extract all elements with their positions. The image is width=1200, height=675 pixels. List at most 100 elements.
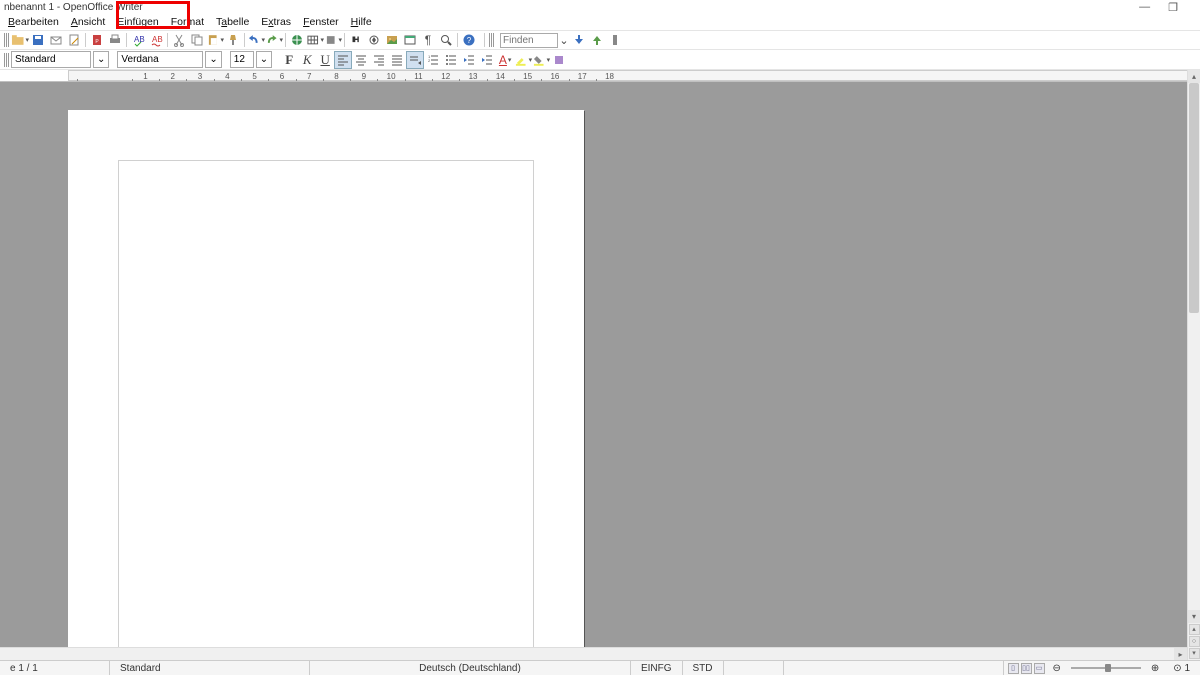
status-style[interactable]: Standard bbox=[110, 661, 310, 675]
menu-einfuegen[interactable]: Einfügen bbox=[111, 15, 164, 29]
maximize-button[interactable]: ❐ bbox=[1168, 1, 1178, 14]
status-modified bbox=[724, 661, 784, 675]
horizontal-ruler[interactable]: 123456789101112131415161718 bbox=[0, 70, 1200, 82]
bullet-list-button[interactable] bbox=[442, 51, 460, 69]
auto-spellcheck-button[interactable]: ABC bbox=[147, 31, 165, 49]
highlight-button[interactable] bbox=[514, 51, 532, 69]
increase-indent-button[interactable] bbox=[478, 51, 496, 69]
ltr-button[interactable] bbox=[406, 51, 424, 69]
redo-button[interactable] bbox=[265, 31, 283, 49]
search-options-button[interactable] bbox=[606, 31, 624, 49]
edit-doc-button[interactable] bbox=[65, 31, 83, 49]
data-sources-button[interactable] bbox=[401, 31, 419, 49]
numbered-list-button[interactable]: 12 bbox=[424, 51, 442, 69]
copy-button[interactable] bbox=[188, 31, 206, 49]
menu-tabelle[interactable]: Tabelle bbox=[210, 15, 255, 29]
export-pdf-button[interactable]: P bbox=[88, 31, 106, 49]
nonprinting-chars-button[interactable]: ¶ bbox=[419, 31, 437, 49]
bg-color-button[interactable] bbox=[532, 51, 550, 69]
view-multi-page-icon[interactable]: ▯▯ bbox=[1021, 663, 1032, 674]
document-workspace bbox=[0, 82, 1187, 660]
prev-page-button[interactable]: ▴ bbox=[1189, 624, 1200, 635]
zoom-in-button[interactable]: ⊕ bbox=[1147, 663, 1163, 674]
zoom-out-button[interactable]: ⊖ bbox=[1049, 661, 1065, 675]
format-paintbrush-button[interactable] bbox=[224, 31, 242, 49]
print-button[interactable] bbox=[106, 31, 124, 49]
scroll-thumb[interactable] bbox=[1189, 83, 1199, 313]
menu-fenster[interactable]: Fenster bbox=[297, 15, 345, 29]
vertical-scrollbar[interactable]: ▴ ▾ ▴ ○ ▾ bbox=[1187, 70, 1200, 660]
minimize-button[interactable]: — bbox=[1139, 1, 1150, 13]
save-button[interactable] bbox=[29, 31, 47, 49]
align-left-button[interactable] bbox=[334, 51, 352, 69]
ruler-mark: 12 bbox=[441, 72, 450, 81]
status-insert-mode[interactable]: EINFG bbox=[631, 661, 683, 675]
help-button[interactable]: ? bbox=[460, 31, 478, 49]
search-input[interactable] bbox=[500, 33, 558, 48]
open-button[interactable] bbox=[11, 31, 29, 49]
next-page-button[interactable]: ▾ bbox=[1189, 648, 1200, 659]
zoom-button[interactable] bbox=[437, 31, 455, 49]
status-language[interactable]: Deutsch (Deutschland) bbox=[310, 661, 631, 675]
svg-text:?: ? bbox=[467, 36, 472, 45]
undo-button[interactable] bbox=[247, 31, 265, 49]
view-layout-buttons: ▯ ▯▯ ▭ bbox=[1004, 663, 1049, 674]
horizontal-scrollbar[interactable]: ▸ bbox=[0, 647, 1187, 660]
view-single-page-icon[interactable]: ▯ bbox=[1008, 663, 1019, 674]
spellcheck-button[interactable]: ABC bbox=[129, 31, 147, 49]
font-name-dropdown[interactable]: ⌄ bbox=[205, 51, 221, 68]
email-button[interactable] bbox=[47, 31, 65, 49]
more-options-button[interactable] bbox=[550, 51, 568, 69]
ruler-mark: 3 bbox=[198, 72, 202, 81]
zoom-slider[interactable] bbox=[1071, 667, 1141, 669]
search-dropdown[interactable]: ⌄ bbox=[558, 31, 570, 49]
ruler-mark: 14 bbox=[496, 72, 505, 81]
menu-extras[interactable]: Extras bbox=[255, 15, 297, 29]
cut-button[interactable] bbox=[170, 31, 188, 49]
paragraph-style-dropdown[interactable]: ⌄ bbox=[93, 51, 109, 68]
hyperlink-button[interactable] bbox=[288, 31, 306, 49]
table-button[interactable] bbox=[306, 31, 324, 49]
align-justify-button[interactable] bbox=[388, 51, 406, 69]
view-book-icon[interactable]: ▭ bbox=[1034, 663, 1045, 674]
paste-button[interactable] bbox=[206, 31, 224, 49]
bold-button[interactable]: F bbox=[280, 51, 298, 69]
navigator-button[interactable] bbox=[365, 31, 383, 49]
show-draw-button[interactable] bbox=[324, 31, 342, 49]
toolbar2-grip[interactable] bbox=[4, 53, 9, 67]
toolbar-grip[interactable] bbox=[4, 33, 9, 47]
paragraph-style-combo[interactable]: Standard bbox=[11, 51, 91, 68]
nav-object-button[interactable]: ○ bbox=[1189, 636, 1200, 647]
scroll-down-arrow[interactable]: ▾ bbox=[1188, 610, 1200, 623]
ruler-mark: 5 bbox=[252, 72, 256, 81]
status-selection-mode[interactable]: STD bbox=[683, 661, 724, 675]
gallery-button[interactable] bbox=[383, 31, 401, 49]
font-color-button[interactable]: A bbox=[496, 51, 514, 69]
svg-text:ABC: ABC bbox=[152, 35, 163, 44]
standard-toolbar: P ABC ABC ¶ ? ⌄ bbox=[0, 30, 1200, 50]
scroll-right-arrow[interactable]: ▸ bbox=[1174, 648, 1187, 660]
font-size-combo[interactable]: 12 bbox=[230, 51, 254, 68]
scroll-up-arrow[interactable]: ▴ bbox=[1188, 70, 1200, 83]
underline-button[interactable]: U bbox=[316, 51, 334, 69]
find-replace-button[interactable] bbox=[347, 31, 365, 49]
menu-ansicht[interactable]: Ansicht bbox=[65, 15, 111, 29]
search-down-button[interactable] bbox=[570, 31, 588, 49]
menu-hilfe[interactable]: Hilfe bbox=[345, 15, 378, 29]
ruler-mark: 10 bbox=[387, 72, 396, 81]
font-size-dropdown[interactable]: ⌄ bbox=[256, 51, 272, 68]
italic-button[interactable]: K bbox=[298, 51, 316, 69]
ruler-mark: 13 bbox=[469, 72, 478, 81]
menu-bearbeiten[interactable]: Bearbeiten bbox=[2, 15, 65, 29]
font-name-combo[interactable]: Verdana bbox=[117, 51, 203, 68]
menu-format[interactable]: Format bbox=[165, 15, 210, 29]
document-page[interactable] bbox=[68, 110, 584, 660]
zoom-level[interactable]: ⊙ 1 bbox=[1163, 661, 1200, 675]
align-right-button[interactable] bbox=[370, 51, 388, 69]
align-center-button[interactable] bbox=[352, 51, 370, 69]
search-up-button[interactable] bbox=[588, 31, 606, 49]
status-page[interactable]: e 1 / 1 bbox=[0, 661, 110, 675]
decrease-indent-button[interactable] bbox=[460, 51, 478, 69]
toolbar-grip-2[interactable] bbox=[489, 33, 494, 47]
statusbar: e 1 / 1 Standard Deutsch (Deutschland) E… bbox=[0, 660, 1200, 675]
